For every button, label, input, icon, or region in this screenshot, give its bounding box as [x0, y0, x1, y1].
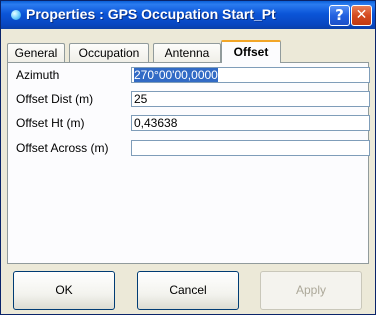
offset-ht-label: Offset Ht (m): [16, 116, 85, 130]
offset-panel: Azimuth 270°00'00,0000 Offset Dist (m) 2…: [7, 62, 370, 264]
azimuth-field[interactable]: 270°00'00,0000: [131, 67, 370, 83]
offset-across-label: Offset Across (m): [16, 141, 109, 155]
apply-button[interactable]: Apply: [260, 271, 362, 310]
offset-dist-field[interactable]: 25: [131, 91, 370, 107]
offset-ht-field[interactable]: 0,43638: [131, 115, 370, 131]
help-button[interactable]: ?: [329, 5, 350, 26]
azimuth-value: 270°00'00,0000: [134, 68, 218, 82]
button-bar: OK Cancel Apply: [7, 271, 369, 311]
azimuth-label: Azimuth: [16, 68, 60, 82]
tab-occupation[interactable]: Occupation: [69, 43, 149, 62]
title-bar[interactable]: Properties : GPS Occupation Start_Pt ? ✕: [1, 1, 375, 29]
ok-button[interactable]: OK: [13, 271, 115, 310]
tab-offset[interactable]: Offset: [221, 40, 281, 63]
offset-dist-label: Offset Dist (m): [16, 92, 94, 106]
close-button[interactable]: ✕: [351, 5, 372, 26]
offset-across-field[interactable]: [131, 140, 370, 156]
window-title: Properties : GPS Occupation Start_Pt: [26, 6, 276, 22]
tab-antenna[interactable]: Antenna: [153, 43, 221, 62]
app-icon: [11, 10, 21, 20]
cancel-button[interactable]: Cancel: [137, 271, 239, 310]
tab-general[interactable]: General: [7, 43, 65, 62]
properties-dialog: Properties : GPS Occupation Start_Pt ? ✕…: [0, 0, 376, 315]
